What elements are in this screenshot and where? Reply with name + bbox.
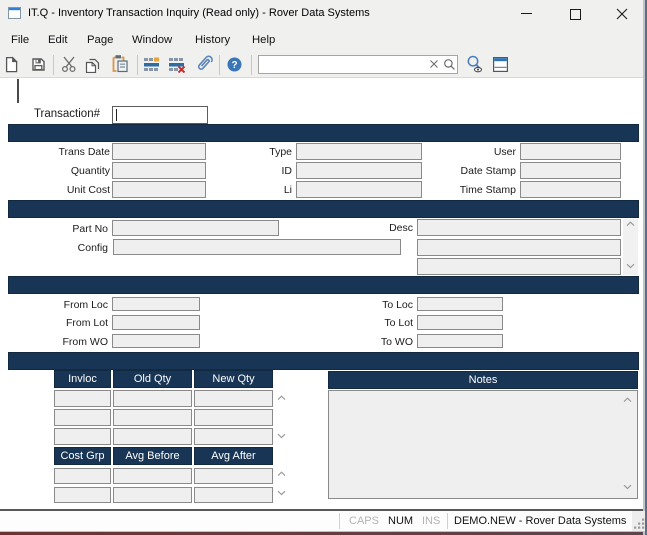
svg-text:?: ? — [231, 60, 237, 71]
